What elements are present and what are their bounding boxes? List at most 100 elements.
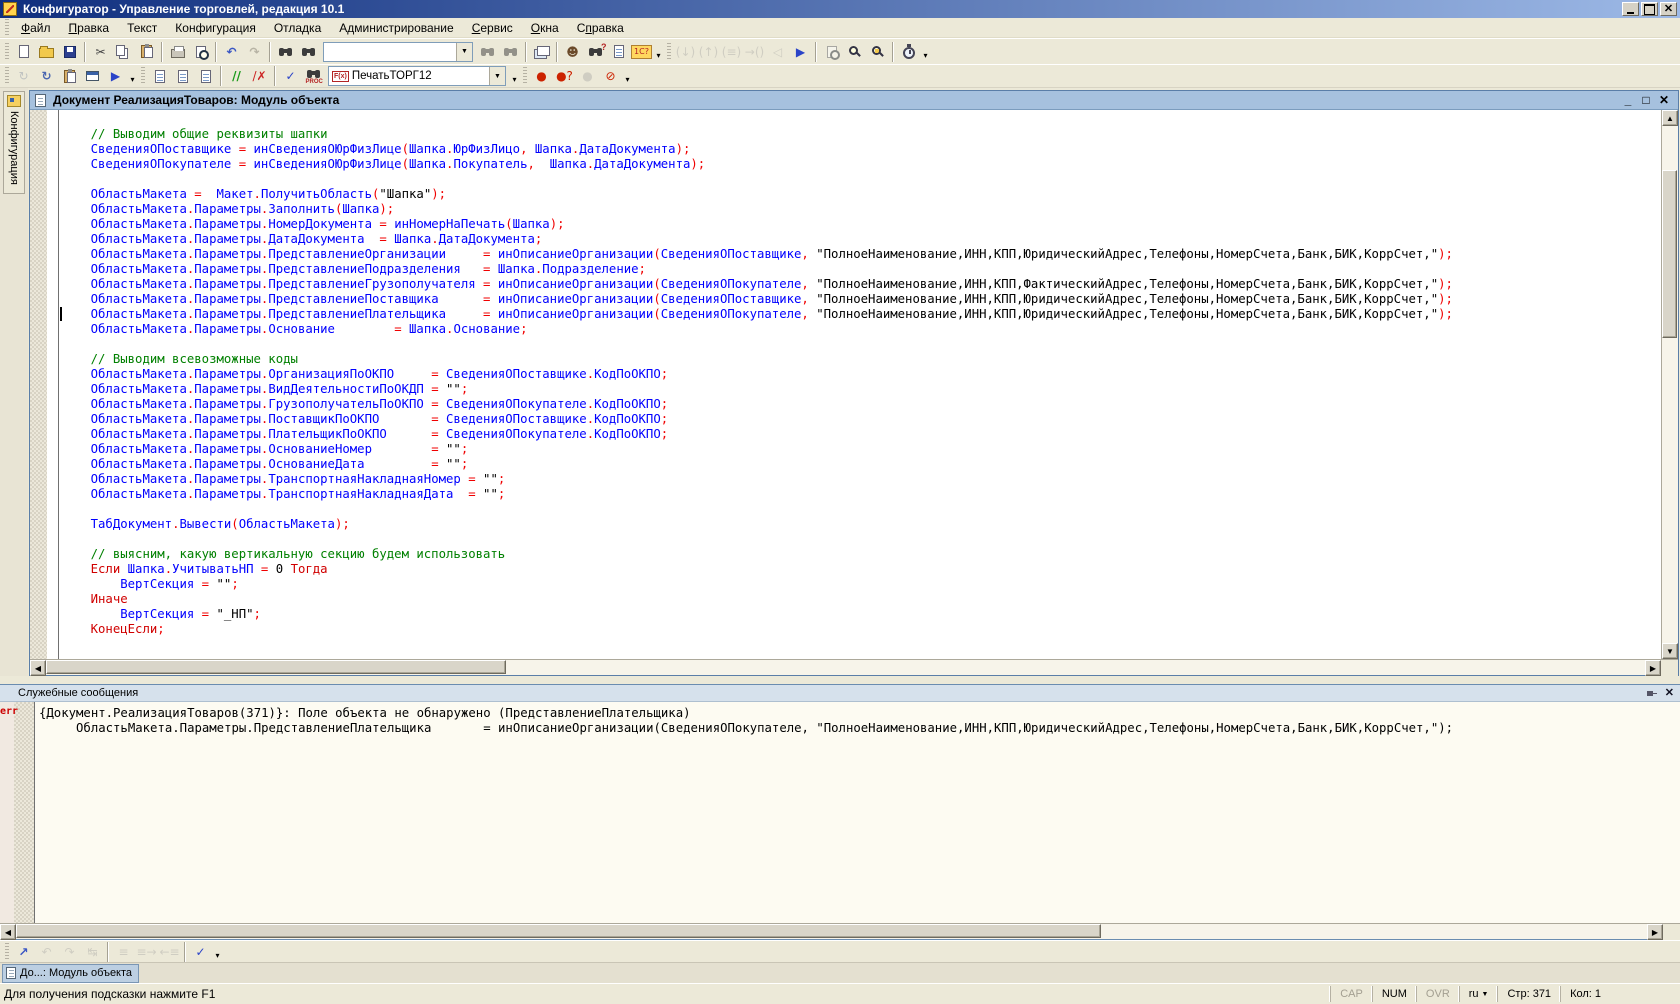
format-block-button[interactable]: ≡ — [112, 941, 135, 963]
open-button[interactable] — [35, 41, 58, 63]
scroll-up-button[interactable]: ▲ — [1662, 110, 1678, 126]
editor-vertical-scrollbar[interactable]: ▲ ▼ — [1661, 110, 1678, 659]
message-row[interactable]: ОбластьМакета.Параметры.ПредставлениеПла… — [39, 721, 1680, 736]
find-all-button[interactable] — [499, 41, 522, 63]
toolbar-grip[interactable] — [667, 43, 671, 61]
stopwatch-button[interactable] — [897, 41, 920, 63]
find-procedure-button[interactable]: PROC — [302, 65, 325, 87]
scroll-right-button[interactable]: ▶ — [1645, 660, 1661, 676]
menu-Файл[interactable]: Файл — [12, 18, 60, 38]
syntax-check-button[interactable]: ✓ — [279, 65, 302, 87]
procedures-list-button[interactable]: (≡) — [720, 41, 743, 63]
editor-close-button[interactable]: ✕ — [1655, 93, 1673, 107]
goto-procedure-button[interactable]: →() — [743, 41, 766, 63]
procedure-toolbar-more-button[interactable]: ▾ — [509, 65, 520, 87]
breakpoints-remove-all-button[interactable]: ⊘ — [599, 65, 622, 87]
prev-procedure-button[interactable]: (↓) — [674, 41, 697, 63]
editor-maximize-button[interactable]: □ — [1637, 93, 1655, 107]
editor-horizontal-scrollbar[interactable]: ◀ ▶ — [30, 659, 1678, 675]
standard-toolbar-more-button[interactable]: ▾ — [653, 41, 664, 63]
horizontal-scroll-thumb[interactable] — [46, 660, 506, 674]
scroll-down-button[interactable]: ▼ — [1662, 643, 1678, 659]
nav-back-button[interactable]: ↶ — [35, 941, 58, 963]
messages-scroll-left-button[interactable]: ◀ — [0, 924, 16, 940]
configuration-clipboard-button[interactable] — [58, 65, 81, 87]
help-index-search-button[interactable]: ? — [584, 41, 607, 63]
find-in-texts-button[interactable] — [820, 41, 843, 63]
nav-forward-button[interactable]: ↷ — [58, 941, 81, 963]
comment-button[interactable]: // — [225, 65, 248, 87]
copy-window-button[interactable] — [530, 41, 553, 63]
start-debugging-button[interactable]: ▶ — [104, 65, 127, 87]
undo-button[interactable]: ↶ — [220, 41, 243, 63]
window-tab-module[interactable]: До...: Модуль объекта — [2, 964, 139, 983]
panel-splitter[interactable] — [0, 676, 1680, 684]
debug-more-button[interactable]: ▾ — [127, 65, 138, 87]
toolbar-grip[interactable] — [5, 943, 9, 961]
vertical-scroll-thumb[interactable] — [1662, 170, 1677, 338]
configuration-window-button[interactable] — [81, 65, 104, 87]
horizontal-scroll-track[interactable] — [46, 660, 1645, 675]
pin-icon[interactable] — [1646, 688, 1657, 699]
paste-button[interactable] — [135, 41, 158, 63]
copy-button[interactable] — [112, 41, 135, 63]
toolbar-options-button[interactable]: ▾ — [920, 41, 931, 63]
save-configuration-button[interactable]: ↻ — [35, 65, 58, 87]
menu-Текст[interactable]: Текст — [118, 18, 166, 38]
menu-Отладка[interactable]: Отладка — [265, 18, 330, 38]
cut-button[interactable]: ✂ — [89, 41, 112, 63]
update-configuration-button[interactable]: ↻ — [12, 65, 35, 87]
find-next-button[interactable] — [297, 41, 320, 63]
breakpoint-button[interactable]: ● — [530, 65, 553, 87]
toolbar-grip[interactable] — [5, 43, 9, 61]
menu-Правка[interactable]: Правка — [60, 18, 119, 38]
messages-scroll-right-button[interactable]: ▶ — [1647, 924, 1663, 940]
breakpoint-gutter[interactable] — [30, 110, 47, 659]
templates-button[interactable] — [607, 41, 630, 63]
next-procedure-button[interactable]: (↑) — [697, 41, 720, 63]
nav-clear-button[interactable]: ↹ — [81, 941, 104, 963]
maximize-button[interactable] — [1641, 2, 1658, 16]
messages-scroll-thumb[interactable] — [16, 924, 1101, 938]
goto-definition-button[interactable]: ↗ — [12, 941, 35, 963]
menu-Справка[interactable]: Справка — [568, 18, 633, 38]
find-prev-button[interactable] — [476, 41, 499, 63]
breakpoint-condition-button[interactable]: ●? — [553, 65, 576, 87]
messages-close-icon[interactable]: ✕ — [1665, 688, 1674, 699]
goto-line-button[interactable]: ▶ — [789, 41, 812, 63]
toolbar-grip[interactable] — [523, 67, 527, 85]
edit-template-button[interactable] — [171, 65, 194, 87]
menu-Окна[interactable]: Окна — [522, 18, 568, 38]
menu-grip[interactable] — [5, 19, 9, 37]
search-combobox-dropdown-button[interactable]: ▼ — [456, 43, 472, 61]
print-preview-button[interactable] — [189, 41, 212, 63]
vertical-scroll-track[interactable] — [1662, 126, 1678, 643]
module-check-button[interactable]: ✓ — [189, 941, 212, 963]
messages-horizontal-scrollbar[interactable]: ◀ ▶ — [0, 923, 1680, 939]
message-row[interactable]: {Документ.РеализацияТоваров(371)}: Поле … — [39, 706, 1680, 721]
uncomment-button[interactable]: /✗ — [248, 65, 271, 87]
breakpoint-disable-button[interactable]: ● — [576, 65, 599, 87]
menu-Администрирование[interactable]: Администрирование — [330, 18, 462, 38]
new-document-button[interactable] — [12, 41, 35, 63]
add-template-button[interactable] — [148, 65, 171, 87]
back-navigation-button[interactable]: ◁ — [766, 41, 789, 63]
indent-right-button[interactable]: ≡→ — [135, 941, 158, 963]
breakpoints-more-button[interactable]: ▾ — [622, 65, 633, 87]
help-1c-button[interactable]: 1С? — [630, 41, 653, 63]
code-editor[interactable]: // Выводим общие реквизиты шапки Сведени… — [59, 110, 1661, 659]
syntax-assistant-button[interactable]: ☻ — [561, 41, 584, 63]
indent-left-button[interactable]: ←≡ — [158, 941, 181, 963]
find-button[interactable] — [274, 41, 297, 63]
menu-Сервис[interactable]: Сервис — [463, 18, 522, 38]
toolbar-grip[interactable] — [141, 67, 145, 85]
procedure-combobox-dropdown-button[interactable]: ▼ — [489, 67, 505, 85]
language-indicator[interactable]: ru▼ — [1459, 986, 1498, 1002]
sidebar-tab-configuration[interactable]: Конфигурация — [3, 91, 25, 194]
minimize-button[interactable] — [1622, 2, 1639, 16]
save-button[interactable] — [58, 41, 81, 63]
editor-minimize-button[interactable]: _ — [1619, 93, 1637, 107]
text-settings-button[interactable] — [866, 41, 889, 63]
redo-button[interactable]: ↷ — [243, 41, 266, 63]
scroll-left-button[interactable]: ◀ — [30, 660, 46, 676]
